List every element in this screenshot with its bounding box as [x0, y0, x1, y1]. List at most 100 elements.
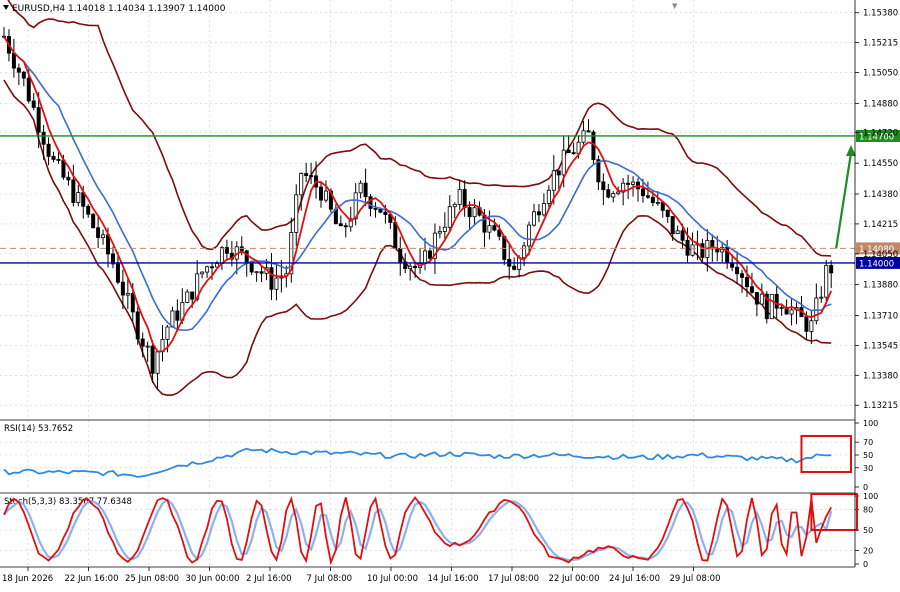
candle-body: [735, 266, 740, 275]
candle-body: [140, 338, 145, 347]
y-tick-label: 1.13880: [863, 281, 898, 291]
rsi-tick-label: 50: [863, 451, 873, 460]
candle-body: [304, 173, 309, 176]
candle-body: [437, 231, 442, 234]
candle-body: [423, 250, 428, 264]
candle-body: [566, 149, 571, 153]
x-tick-label: 30 Jun 00:00: [186, 574, 240, 584]
candle-body: [46, 143, 51, 157]
candle-body: [319, 186, 324, 201]
x-tick-label: 17 Jul 08:00: [488, 574, 539, 584]
candle-body: [294, 194, 299, 233]
rsi-title: RSI(14) 53.7652: [4, 424, 73, 434]
candle-body: [631, 181, 636, 185]
candle-body: [462, 188, 467, 208]
x-tick-label: 10 Jul 00:00: [367, 574, 418, 584]
candle-body: [210, 266, 215, 269]
candle-body: [512, 265, 517, 270]
candle-body: [76, 192, 81, 203]
candle-body: [413, 265, 418, 268]
candle-body: [408, 265, 413, 270]
candle-body: [190, 291, 195, 300]
candle-body: [155, 351, 160, 374]
candle-body: [398, 248, 403, 263]
candle-body: [551, 170, 556, 191]
rsi-tick-label: 100: [863, 419, 878, 428]
y-tick-label: 1.13545: [863, 341, 898, 351]
chart-canvas[interactable]: 1.147001.140801.14000EURUSD,H4 1.14018 1…: [0, 0, 900, 587]
candle-body: [665, 209, 670, 217]
y-tick-label: 1.13380: [863, 371, 898, 381]
candle-body: [125, 293, 130, 296]
candle-body: [819, 296, 824, 299]
candle-body: [249, 261, 254, 273]
candle-body: [690, 244, 695, 256]
candle-body: [96, 227, 101, 239]
y-tick-label: 1.15050: [863, 69, 898, 79]
candle-body: [502, 235, 507, 260]
candle-body: [759, 293, 764, 305]
candle-body: [522, 245, 527, 259]
y-tick-label: 1.15215: [863, 39, 898, 49]
candle-body: [492, 225, 497, 231]
candle-body: [744, 277, 749, 288]
candle-body: [561, 149, 566, 176]
x-tick-label: 7 Jul 08:00: [307, 574, 353, 584]
candle-body: [51, 155, 56, 160]
candle-body: [219, 247, 224, 264]
candle-body: [41, 131, 46, 145]
candle-body: [66, 176, 71, 181]
candle-body: [299, 173, 304, 196]
candle-body: [611, 193, 616, 198]
x-tick-label: 22 Jul 00:00: [549, 574, 600, 584]
candle-body: [11, 52, 16, 69]
candle-body: [71, 179, 76, 203]
y-tick-label: 1.15380: [863, 9, 898, 19]
candle-body: [378, 208, 383, 213]
candle-body: [145, 345, 150, 348]
x-tick-label: 29 Jul 08:00: [670, 574, 721, 584]
candle-body: [774, 293, 779, 309]
x-tick-label: 24 Jul 16:00: [609, 574, 660, 584]
candle-body: [824, 265, 829, 298]
candle-body: [536, 211, 541, 216]
candle-body: [804, 316, 809, 332]
candle-body: [150, 345, 155, 374]
y-tick-label: 1.14380: [863, 190, 898, 200]
candle-body: [754, 291, 759, 305]
y-tick-label: 1.14880: [863, 99, 898, 109]
y-tick-label: 1.14050: [863, 250, 898, 260]
candle-body: [487, 225, 492, 233]
candle-body: [130, 293, 135, 313]
candle-body: [120, 281, 125, 296]
candle-body: [606, 189, 611, 198]
candle-body: [274, 277, 279, 290]
trading-chart[interactable]: 1.14700 1.14080 1.14000 EURUSD,H4 1.14018 1…: [0, 0, 900, 587]
candle-body: [200, 271, 205, 275]
candle-body: [244, 250, 249, 263]
candle-body: [601, 181, 606, 191]
candle-body: [86, 205, 91, 215]
candle-body: [427, 250, 432, 259]
candle-body: [373, 208, 378, 210]
candle-body: [586, 130, 591, 133]
candle-body: [175, 310, 180, 321]
stoch-tick-label: 50: [863, 526, 873, 535]
candle-body: [91, 213, 96, 229]
candle-body: [769, 293, 774, 320]
candle-body: [740, 273, 745, 278]
candle-body: [680, 230, 685, 241]
candle-body: [338, 223, 343, 227]
candle-body: [655, 202, 660, 204]
candle-body: [541, 203, 546, 216]
candle-body: [31, 100, 36, 108]
candle-body: [36, 107, 41, 133]
candle-body: [254, 271, 259, 274]
candle-body: [368, 196, 373, 209]
candle-body: [472, 207, 477, 218]
stoch-tick-label: 100: [863, 492, 878, 501]
scroll-marker-icon: ▼: [672, 2, 678, 10]
candle-body: [363, 182, 368, 198]
y-tick-label: 1.14215: [863, 220, 898, 230]
candle-body: [343, 225, 348, 228]
